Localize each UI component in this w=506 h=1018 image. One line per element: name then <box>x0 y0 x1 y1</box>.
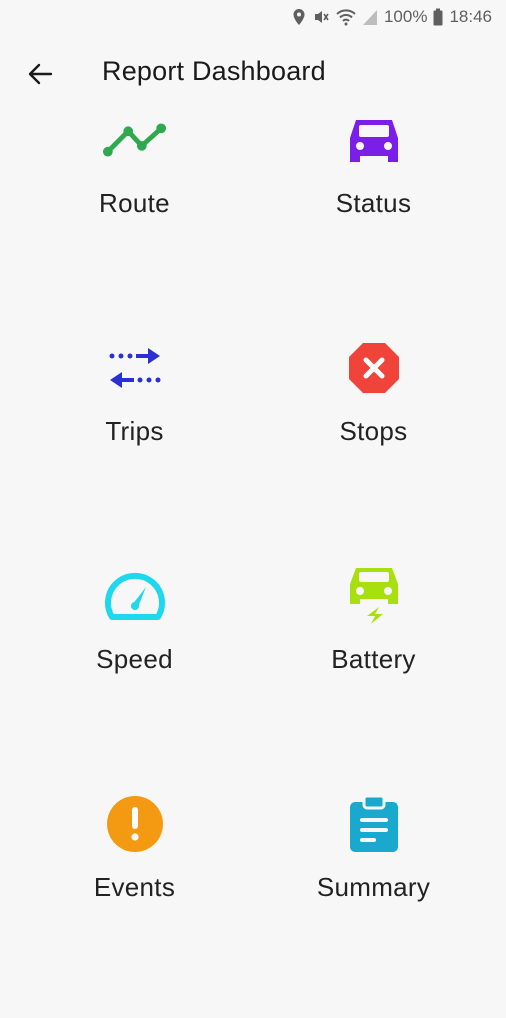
route-line-icon <box>102 112 167 168</box>
tile-label: Route <box>99 188 170 218</box>
arrow-left-icon <box>28 63 53 85</box>
battery-percent: 100% <box>383 7 428 26</box>
tile-events[interactable]: Events <box>0 790 253 1018</box>
app-bar: Report Dashboard <box>0 44 506 104</box>
tile-label: Speed <box>96 644 173 674</box>
tile-label: Summary <box>316 872 431 902</box>
car-icon <box>342 112 406 168</box>
report-grid: Route Status Trips Stops Speed Battery E… <box>0 106 506 1018</box>
tile-speed[interactable]: Speed <box>0 562 253 790</box>
clock: 18:46 <box>449 7 492 26</box>
mute-icon <box>314 11 329 23</box>
tile-label: Events <box>93 872 176 902</box>
tile-label: Battery <box>331 644 416 674</box>
stop-octagon-icon <box>342 340 406 396</box>
tile-status[interactable]: Status <box>253 106 506 334</box>
tile-summary[interactable]: Summary <box>253 790 506 1018</box>
tile-label: Stops <box>339 416 408 446</box>
tile-battery[interactable]: Battery <box>253 562 506 790</box>
speedometer-icon <box>103 568 167 624</box>
clipboard-icon <box>342 794 406 852</box>
location-icon <box>293 9 305 25</box>
tile-trips[interactable]: Trips <box>0 334 253 562</box>
tile-stops[interactable]: Stops <box>253 334 506 562</box>
swap-arrows-icon <box>103 340 167 396</box>
signal-icon <box>362 10 377 25</box>
tile-route[interactable]: Route <box>0 106 253 334</box>
alert-circle-icon <box>103 796 167 852</box>
tile-label: Status <box>335 188 412 218</box>
battery-icon <box>433 8 443 26</box>
back-button[interactable] <box>20 56 60 92</box>
wifi-icon <box>336 9 356 26</box>
car-charging-icon <box>342 568 406 624</box>
tile-label: Trips <box>105 416 164 446</box>
page-title: Report Dashboard <box>102 56 326 86</box>
status-bar: 100% 18:46 <box>0 0 506 34</box>
